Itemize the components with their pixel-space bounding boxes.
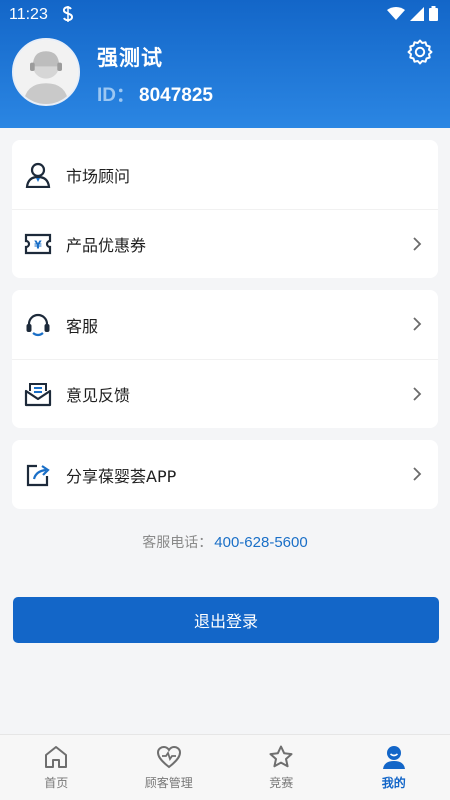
- star-icon: [269, 745, 293, 768]
- chevron-right-icon: [413, 317, 422, 331]
- bottom-nav: 首页 顾客管理 竞赛 我的: [0, 734, 450, 800]
- avatar[interactable]: [12, 38, 80, 106]
- nav-label: 我的: [381, 776, 406, 790]
- nav-label: 首页: [44, 776, 69, 790]
- wifi-icon: [387, 6, 405, 20]
- nav-label: 顾客管理: [144, 776, 193, 790]
- heart-customer-icon: [156, 745, 181, 769]
- profile-header: 11:23 强测试 ID： 8047825: [0, 0, 450, 128]
- menu-card-support: 客服 意见反馈: [12, 290, 438, 428]
- signal-icon: [410, 6, 424, 21]
- sync-status-icon: [62, 6, 74, 22]
- default-avatar-icon: [14, 40, 78, 104]
- menu-item-coupons[interactable]: ¥ 产品优惠券: [12, 209, 438, 278]
- menu-label: 意见反馈: [66, 386, 131, 405]
- headset-icon: [24, 311, 52, 339]
- service-hotline: 客服电话： 400-628-5600: [0, 532, 450, 552]
- nav-tab-home[interactable]: 首页: [0, 735, 113, 800]
- menu-label: 客服: [66, 316, 99, 336]
- user-name: 强测试: [97, 46, 163, 70]
- menu-card-account: 市场顾问 ¥ 产品优惠券: [12, 140, 438, 278]
- nav-tab-competition[interactable]: 竞赛: [225, 735, 338, 800]
- battery-icon: [429, 6, 438, 21]
- hotline-number-link[interactable]: 400-628-5600: [214, 534, 307, 551]
- advisor-icon: [24, 161, 52, 189]
- logout-button[interactable]: 退出登录: [13, 597, 439, 643]
- chevron-right-icon: [413, 387, 422, 401]
- status-bar: 11:23: [0, 0, 450, 30]
- user-id-label: ID：: [97, 85, 136, 106]
- feedback-mail-icon: [24, 380, 52, 408]
- settings-gear-icon[interactable]: [406, 38, 434, 66]
- status-time: 11:23: [9, 6, 48, 23]
- nav-tab-mine[interactable]: 我的: [338, 735, 450, 800]
- menu-item-feedback[interactable]: 意见反馈: [12, 359, 438, 428]
- nav-label: 竞赛: [269, 776, 294, 790]
- menu-label: 产品优惠券: [66, 236, 147, 255]
- share-icon: [24, 461, 52, 489]
- menu-label: 分享葆婴荟APP: [66, 466, 177, 486]
- home-icon: [45, 746, 68, 768]
- user-id-value: 8047825: [139, 85, 213, 106]
- menu-card-share: 分享葆婴荟APP: [12, 440, 438, 509]
- user-id: ID： 8047825: [97, 80, 213, 107]
- menu-item-customer-service[interactable]: 客服: [12, 290, 438, 359]
- chevron-right-icon: [413, 237, 422, 251]
- menu-label: 市场顾问: [66, 166, 131, 186]
- hotline-label: 客服电话：: [142, 535, 213, 551]
- coupon-icon: ¥: [24, 230, 52, 258]
- svg-text:¥: ¥: [34, 239, 42, 252]
- menu-item-share-app[interactable]: 分享葆婴荟APP: [12, 440, 438, 509]
- menu-item-market-advisor[interactable]: 市场顾问: [12, 140, 438, 209]
- profile-icon: [382, 746, 405, 769]
- chevron-right-icon: [413, 467, 422, 481]
- nav-tab-customers[interactable]: 顾客管理: [113, 735, 226, 800]
